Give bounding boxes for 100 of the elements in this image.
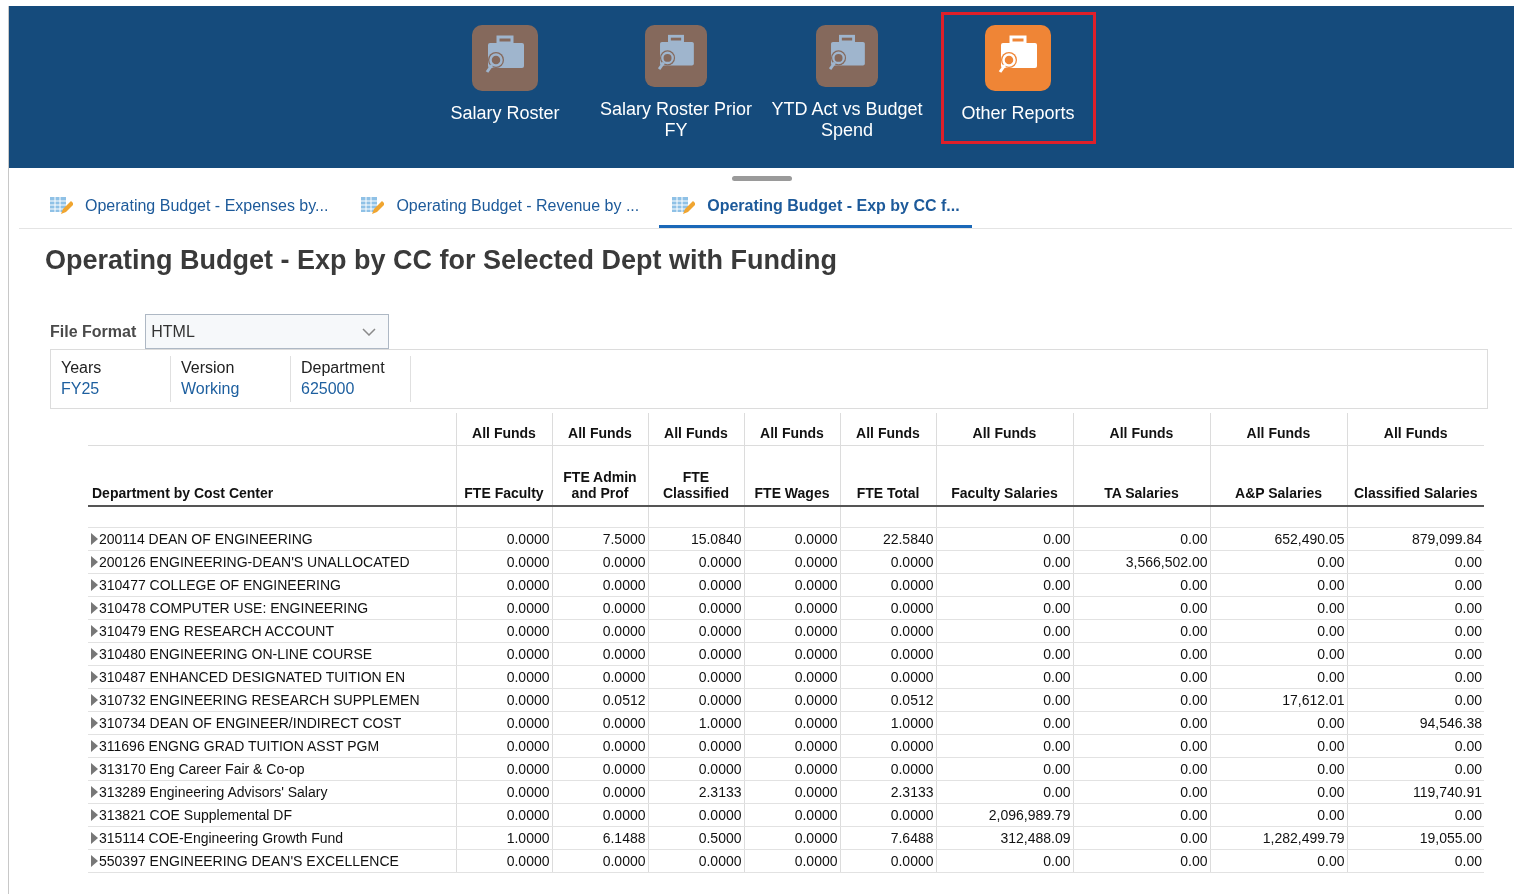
table-cell: 0.0000: [648, 665, 744, 689]
table-cell: 0.00: [1210, 734, 1347, 758]
report-tile[interactable]: YTD Act vs Budget Spend: [761, 12, 933, 144]
table-cell: 0.0000: [840, 550, 936, 574]
table-cell: 0.0000: [744, 573, 840, 597]
table-cell: 0.0000: [456, 619, 552, 643]
column-header: All Funds: [936, 413, 1073, 445]
expand-triangle-icon[interactable]: [90, 809, 98, 821]
report-tile[interactable]: Other Reports: [940, 12, 1096, 144]
table-cell: 0.0000: [456, 527, 552, 551]
table-cell: 0.00: [936, 527, 1073, 551]
expand-triangle-icon[interactable]: [90, 694, 98, 706]
drag-handle[interactable]: [731, 176, 792, 181]
expand-triangle-icon[interactable]: [90, 671, 98, 683]
cost-center-name: 315114 COE-Engineering Growth Fund: [99, 830, 344, 846]
cost-center-name: 310479 ENG RESEARCH ACCOUNT: [99, 623, 334, 639]
table-cell: 0.0000: [840, 849, 936, 873]
table-cell: 0.00: [1210, 550, 1347, 574]
table-cell: 0.00: [1073, 665, 1210, 689]
column-header: FTE Total: [840, 445, 936, 506]
column-header: FTE Admin and Prof: [552, 445, 648, 506]
table-cell: 0.00: [1210, 711, 1347, 735]
table-cell: 0.0000: [744, 642, 840, 666]
expand-triangle-icon[interactable]: [90, 832, 98, 844]
table-cell: 0.0000: [648, 803, 744, 827]
table-cell: 0.0000: [648, 550, 744, 574]
table-cell: 0.00: [1347, 665, 1484, 689]
table-cell: 312,488.09: [936, 826, 1073, 850]
table-cell: 0.00: [1210, 849, 1347, 873]
table-cell: 0.00: [1347, 642, 1484, 666]
table-cell: 1.0000: [840, 711, 936, 735]
table-cell: 19,055.00: [1347, 826, 1484, 850]
table-cell: 94,546.38: [1347, 711, 1484, 735]
column-header: Department by Cost Center: [88, 445, 456, 506]
parameter-value[interactable]: FY25: [61, 380, 170, 398]
expand-triangle-icon[interactable]: [90, 763, 98, 775]
table-cell: 1,282,499.79: [1210, 826, 1347, 850]
table-cell: 0.0000: [744, 550, 840, 574]
table-cell: 0.0000: [744, 734, 840, 758]
table-cell: 0.0000: [552, 803, 648, 827]
parameter-value[interactable]: Working: [181, 380, 290, 398]
file-format-dropdown[interactable]: HTML: [145, 314, 390, 349]
table-cell: 0.0000: [552, 573, 648, 597]
table-cell: 0.00: [1073, 734, 1210, 758]
table-cell: 0.0000: [840, 665, 936, 689]
table-cell: 0.0000: [456, 757, 552, 781]
table-cell: 0.00: [1073, 711, 1210, 735]
table-cell: 0.0000: [552, 711, 648, 735]
expand-triangle-icon[interactable]: [90, 648, 98, 660]
table-cell: 119,740.91: [1347, 780, 1484, 804]
table-cell: 0.00: [936, 757, 1073, 781]
table-cell: 0.0000: [552, 665, 648, 689]
expand-triangle-icon[interactable]: [90, 740, 98, 752]
expand-triangle-icon[interactable]: [90, 579, 98, 591]
table-cell: 0.00: [1347, 734, 1484, 758]
report-title: Operating Budget - Exp by CC for Selected Dept with Funding: [45, 245, 839, 276]
table-cell: 0.00: [936, 619, 1073, 643]
cost-center-name: 313170 Eng Career Fair & Co-op: [99, 761, 305, 777]
column-header: Classified Salaries: [1347, 445, 1484, 506]
briefcase-search-icon: [643, 25, 709, 87]
column-header: FTE Wages: [744, 445, 840, 506]
table-cell: 652,490.05: [1210, 527, 1347, 551]
table-cell: 0.0000: [840, 619, 936, 643]
column-header: A&P Salaries: [1210, 445, 1347, 506]
table-cell: 0.0000: [744, 527, 840, 551]
table-cell: 0.00: [936, 550, 1073, 574]
table-cell: 0.00: [1210, 642, 1347, 666]
table-cell: 0.0000: [456, 711, 552, 735]
table-cell: 0.00: [936, 573, 1073, 597]
table-cell: 0.00: [936, 596, 1073, 620]
table-cell: 0.00: [1073, 688, 1210, 712]
parameter-value[interactable]: 625000: [301, 380, 410, 398]
report-tile[interactable]: Salary Roster Prior FY: [590, 12, 762, 144]
table-cell: 0.0000: [648, 849, 744, 873]
table-cell: 0.00: [1210, 780, 1347, 804]
expand-triangle-icon[interactable]: [90, 717, 98, 729]
chevron-down-icon: [362, 327, 377, 336]
table-cell: 0.0000: [552, 642, 648, 666]
table-cell: 0.0000: [456, 596, 552, 620]
report-tab[interactable]: Operating Budget - Exp by CC f...: [659, 187, 972, 228]
report-tab[interactable]: Operating Budget - Revenue by ...: [348, 187, 652, 228]
expand-triangle-icon[interactable]: [90, 602, 98, 614]
table-cell: 17,612.01: [1210, 688, 1347, 712]
expand-triangle-icon[interactable]: [90, 786, 98, 798]
table-cell: 0.0000: [456, 849, 552, 873]
field-label: File Format: [50, 322, 137, 341]
table-cell: 15.0840: [648, 527, 744, 551]
parameter-label: Years: [61, 359, 103, 377]
report-tab[interactable]: Operating Budget - Expenses by...: [37, 187, 341, 228]
table-cell: 0.00: [1347, 803, 1484, 827]
table-cell: 0.00: [1073, 573, 1210, 597]
cost-center-name: 550397 ENGINEERING DEAN'S EXCELLENCE: [99, 853, 399, 869]
expand-triangle-icon[interactable]: [90, 556, 98, 568]
expand-triangle-icon[interactable]: [90, 855, 98, 867]
expand-triangle-icon[interactable]: [90, 625, 98, 637]
expand-triangle-icon[interactable]: [90, 533, 98, 545]
table-cell: 879,099.84: [1347, 527, 1484, 551]
report-tile[interactable]: Salary Roster: [419, 12, 591, 144]
cost-center-name: 311696 ENGNG GRAD TUITION ASST PGM: [99, 738, 380, 754]
table-cell: 0.0000: [552, 849, 648, 873]
